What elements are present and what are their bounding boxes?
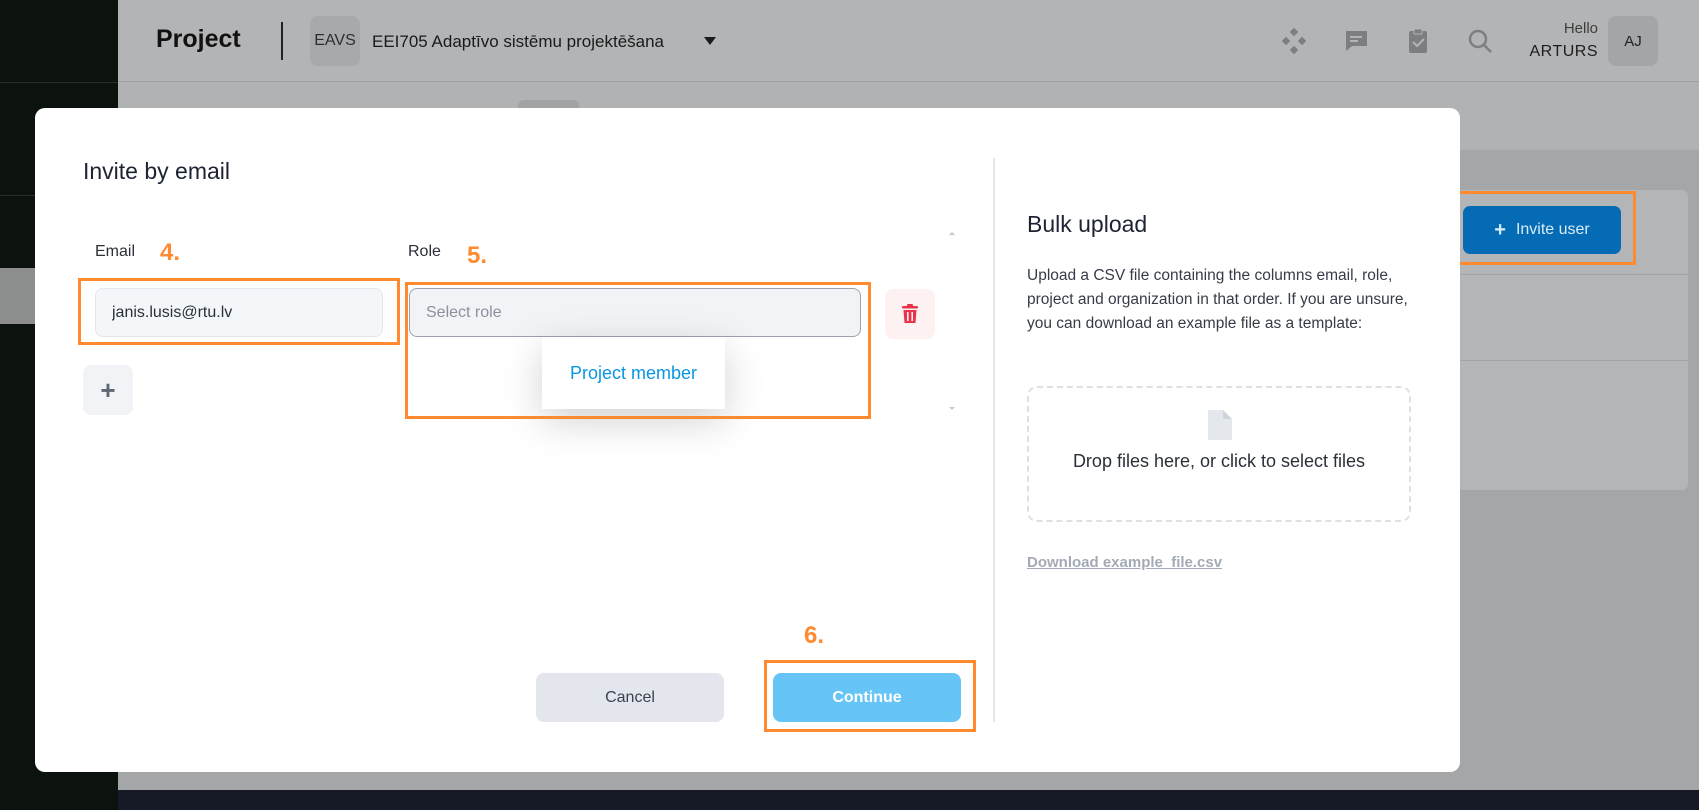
avatar[interactable]: AJ bbox=[1608, 16, 1658, 66]
username: ARTURS bbox=[1529, 43, 1598, 60]
trash-icon bbox=[902, 304, 918, 323]
title-separator bbox=[281, 22, 283, 60]
invite-user-button[interactable]: + Invite user bbox=[1463, 206, 1621, 254]
step-5-marker: 5. bbox=[467, 242, 488, 269]
scroll-down-icon[interactable] bbox=[949, 407, 955, 410]
clipboard-check-icon[interactable] bbox=[1404, 27, 1432, 55]
search-icon[interactable] bbox=[1466, 27, 1494, 55]
app-header: Project EAVS EEI705 Adaptīvo sistēmu pro… bbox=[118, 0, 1699, 82]
greeting: Hello bbox=[1563, 20, 1598, 37]
sidebar-divider bbox=[0, 82, 118, 83]
dropzone-text: Drop files here, or click to select file… bbox=[1072, 451, 1366, 471]
file-dropzone[interactable]: Drop files here, or click to select file… bbox=[1027, 386, 1411, 522]
bulk-upload-title: Bulk upload bbox=[1027, 211, 1148, 237]
delete-row-button[interactable] bbox=[885, 289, 935, 339]
diamond-grid-icon[interactable] bbox=[1280, 27, 1308, 55]
step-4-marker: 4. bbox=[160, 239, 181, 266]
highlight-box bbox=[78, 278, 400, 345]
highlight-box bbox=[764, 660, 976, 732]
caret-down-icon[interactable] bbox=[704, 37, 716, 45]
email-label: Email bbox=[95, 243, 136, 260]
highlight-box bbox=[405, 282, 871, 419]
modal-divider bbox=[993, 158, 995, 722]
scroll-up-icon[interactable] bbox=[949, 232, 955, 235]
add-row-button[interactable]: + bbox=[83, 365, 133, 415]
project-selector[interactable]: EEI705 Adaptīvo sistēmu projektēšana bbox=[372, 32, 664, 52]
cancel-button[interactable]: Cancel bbox=[536, 673, 724, 722]
invite-user-label: Invite user bbox=[1515, 221, 1590, 238]
role-label: Role bbox=[408, 243, 441, 260]
file-icon bbox=[1208, 410, 1232, 440]
download-example-link[interactable]: Download example_file.csv bbox=[1027, 554, 1222, 571]
footer-bar bbox=[118, 790, 1699, 810]
modal-title: Invite by email bbox=[83, 158, 231, 184]
page-title: Project bbox=[156, 25, 241, 53]
chat-icon[interactable] bbox=[1342, 27, 1370, 55]
invite-modal: Invite by email Email 4. Role 5. Select … bbox=[35, 108, 1460, 772]
bulk-upload-description: Upload a CSV file containing the columns… bbox=[1027, 267, 1408, 332]
step-6-marker: 6. bbox=[804, 622, 825, 649]
project-badge[interactable]: EAVS bbox=[310, 16, 360, 66]
plus-icon: + bbox=[1494, 218, 1506, 241]
